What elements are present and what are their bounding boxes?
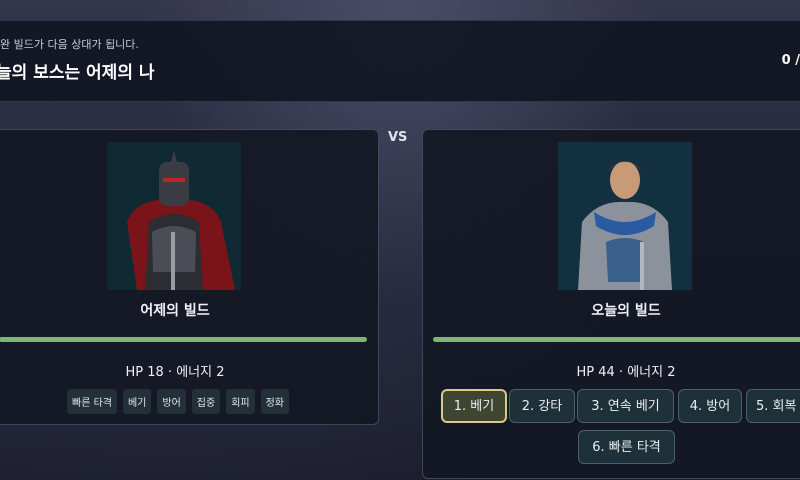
left-hp-bar — [0, 337, 367, 342]
dark-knight-portrait — [107, 142, 241, 290]
right-hp-fill — [433, 337, 800, 342]
versus-label: VS — [388, 130, 408, 145]
left-fighter-name: 어제의 빌드 — [140, 303, 210, 319]
right-hp-bar — [433, 337, 800, 342]
skill-button-quick-strike[interactable]: 6. 빠른 타격 — [578, 430, 675, 464]
young-knight-portrait — [558, 142, 692, 290]
skill-tag: 방어 — [157, 389, 186, 414]
left-hp-fill — [0, 337, 367, 342]
left-skill-tags: 빠른 타격 베기 방어 집중 회피 정화 — [67, 389, 290, 414]
skill-tag: 집중 — [191, 389, 221, 414]
skill-button-combo-slash[interactable]: 3. 연속 베기 — [577, 389, 674, 423]
skill-tag: 회피 — [226, 389, 255, 414]
left-fighter-panel: 어제의 빌드 HP 18 · 에너지 2 빠른 타격 베기 방어 집중 회피 정… — [0, 129, 379, 425]
skill-button-heavy-strike[interactable]: 2. 강타 — [509, 389, 575, 423]
left-fighter-stats: HP 18 · 에너지 2 — [125, 365, 225, 380]
page-title: 늘의 보스는 어제의 나 — [0, 63, 155, 83]
skill-button-slash[interactable]: 1. 베기 — [441, 389, 507, 423]
header-subtitle: 완 빌드가 다음 상대가 됩니다. — [0, 38, 139, 51]
skill-button-heal[interactable]: 5. 회복 — [746, 389, 800, 423]
score-counter: 0 / — [781, 53, 800, 68]
right-fighter-stats: HP 44 · 에너지 2 — [576, 365, 676, 380]
right-fighter-panel: 오늘의 빌드 HP 44 · 에너지 2 1. 베기 2. 강타 3. 연속 베… — [422, 129, 800, 479]
skill-button-guard[interactable]: 4. 방어 — [678, 389, 742, 423]
skill-tag: 정화 — [260, 389, 290, 414]
skill-tag: 베기 — [122, 389, 152, 414]
right-fighter-name: 오늘의 빌드 — [591, 303, 661, 319]
skill-tag: 빠른 타격 — [67, 389, 117, 414]
